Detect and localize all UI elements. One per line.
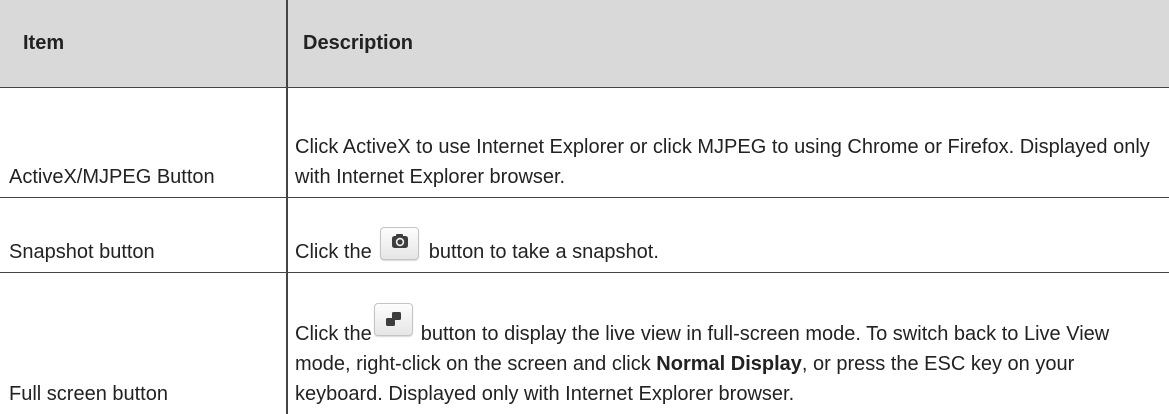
row-item-snapshot: Snapshot button: [0, 197, 287, 273]
row-item-activex-mjpeg: ActiveX/MJPEG Button: [0, 87, 287, 198]
description-text: Click the: [295, 241, 372, 263]
description-text: button to take a snapshot.: [428, 241, 659, 263]
description-text: Click the: [295, 322, 372, 345]
row-description-activex-mjpeg: Click ActiveX to use Internet Explorer o…: [286, 87, 1169, 198]
table-header-row: Item Description: [0, 0, 1169, 88]
table-row: ActiveX/MJPEG Button Click ActiveX to us…: [0, 87, 1169, 198]
camera-icon: [379, 227, 419, 260]
fullscreen-icon: [373, 302, 413, 336]
header-item: Item: [0, 0, 287, 88]
row-item-full-screen: Full screen button: [0, 272, 287, 414]
row-description-snapshot: Click the button to take a snapshot.: [286, 197, 1169, 273]
description-table: Item Description ActiveX/MJPEG Button Cl…: [0, 0, 1169, 414]
header-description: Description: [286, 0, 1169, 88]
table-row: Full screen button Click the button to di…: [0, 272, 1169, 414]
row-description-full-screen: Click the button to display the live view…: [286, 272, 1169, 414]
normal-display-label: Normal Display: [656, 352, 802, 375]
table-row: Snapshot button Click the button to take …: [0, 197, 1169, 273]
